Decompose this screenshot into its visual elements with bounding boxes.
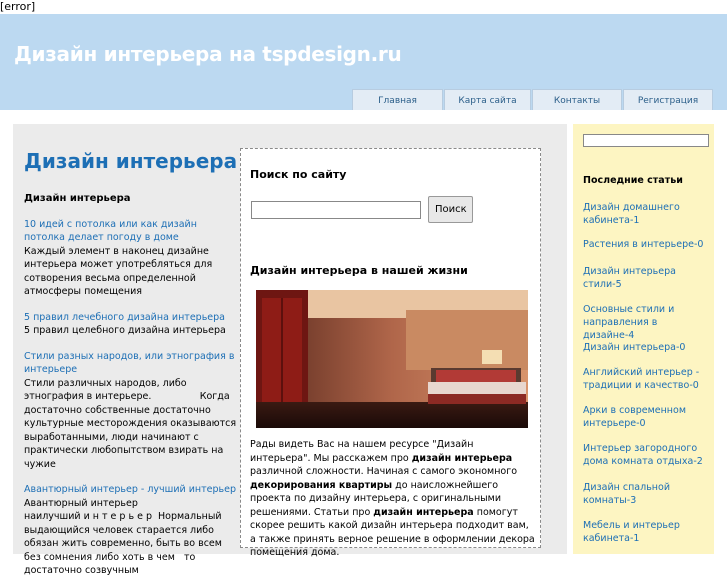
recent-item[interactable]: Английский интерьер - традиции и качеств… bbox=[583, 366, 708, 392]
search-input[interactable] bbox=[251, 201, 421, 219]
recent-item[interactable]: Дизайн интерьера-0 bbox=[583, 341, 708, 354]
site-header: Дизайн интерьера на tspdesign.ru Главная… bbox=[0, 14, 727, 110]
sidebar-search-input[interactable] bbox=[583, 134, 709, 147]
content-panel: Поиск по сайту Поиск Дизайн интерьера в … bbox=[240, 148, 541, 558]
recent-item[interactable]: Мебель и интерьер кабинета-1 bbox=[583, 519, 708, 545]
post-excerpt: Авантюрный интерьер наилучший и н т е р … bbox=[24, 497, 225, 577]
post-item: 10 идей с потолка или как дизайн потолка… bbox=[24, 218, 239, 299]
nav-register[interactable]: Регистрация bbox=[623, 89, 713, 110]
recent-item[interactable]: Дизайн интерьера стили-5 bbox=[583, 265, 708, 291]
search-button[interactable]: Поиск bbox=[428, 196, 473, 223]
error-text: [error] bbox=[0, 0, 36, 13]
recent-title: Последние статьи bbox=[583, 175, 683, 186]
nav-sitemap[interactable]: Карта сайта bbox=[444, 89, 531, 110]
page-title: Дизайн интерьера bbox=[24, 149, 238, 173]
nav-contacts[interactable]: Контакты bbox=[532, 89, 622, 110]
recent-item[interactable]: Основные стили и направления в дизайне-4 bbox=[583, 303, 708, 342]
site-title[interactable]: Дизайн интерьера на tspdesign.ru bbox=[14, 42, 402, 66]
bedroom-photo bbox=[256, 290, 528, 428]
post-item: Авантюрный интерьер - лучший интерьер Ав… bbox=[24, 483, 239, 578]
left-column: Дизайн интерьера Дизайн интерьера 10 иде… bbox=[24, 148, 239, 578]
post-link[interactable]: 10 идей с потолка или как дизайн потолка… bbox=[24, 219, 197, 244]
post-item: 5 правил лечебного дизайна интерьера 5 п… bbox=[24, 311, 239, 338]
section-title: Дизайн интерьера в нашей жизни bbox=[250, 264, 468, 277]
recent-item[interactable]: Растения в интерьере-0 bbox=[583, 238, 708, 251]
post-link[interactable]: Стили разных народов, или этнография в и… bbox=[24, 351, 234, 376]
post-excerpt: 5 правил целебного дизайна интерьера bbox=[24, 325, 226, 336]
nav-home[interactable]: Главная bbox=[352, 89, 443, 110]
post-link[interactable]: Авантюрный интерьер - лучший интерьер bbox=[24, 484, 236, 495]
post-excerpt: Каждый элемент в наконец дизайне интерье… bbox=[24, 245, 213, 298]
post-item: Стили разных народов, или этнография в и… bbox=[24, 350, 239, 472]
post-link[interactable]: 5 правил лечебного дизайна интерьера bbox=[24, 312, 225, 323]
intro-text: Рады видеть Вас на нашем ресурсе "Дизайн… bbox=[250, 439, 535, 558]
recent-item[interactable]: Дизайн спальной комнаты-3 bbox=[583, 481, 708, 507]
recent-item[interactable]: Дизайн домашнего кабинета-1 bbox=[583, 201, 708, 227]
search-title: Поиск по сайту bbox=[250, 168, 347, 181]
section-heading: Дизайн интерьера bbox=[24, 193, 131, 204]
recent-item[interactable]: Интерьер загородного дома комната отдыха… bbox=[583, 442, 708, 468]
post-excerpt: Стили различных народов, либо этнография… bbox=[24, 377, 240, 470]
recent-item[interactable]: Арки в современном интерьере-0 bbox=[583, 404, 708, 430]
